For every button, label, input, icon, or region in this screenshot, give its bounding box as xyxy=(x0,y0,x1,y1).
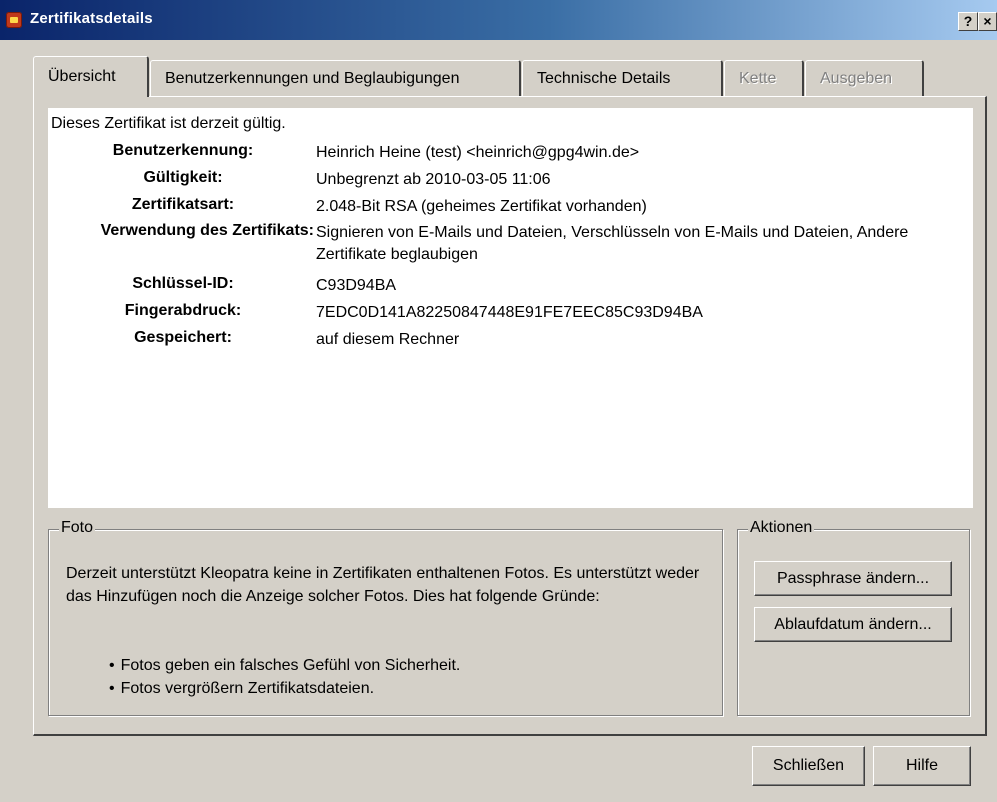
field-value: Unbegrenzt ab 2010-03-05 11:06 xyxy=(316,171,551,188)
certificate-details-dialog: Zertifikatsdetails ? × Übersicht Benutze… xyxy=(0,0,997,802)
validity-status: Dieses Zertifikat ist derzeit gültig. xyxy=(51,115,286,132)
field-value: C93D94BA xyxy=(316,277,397,294)
photo-groupbox: Foto Derzeit unterstützt Kleopatra keine… xyxy=(48,519,723,716)
window-title: Zertifikatsdetails xyxy=(30,10,153,27)
actions-groupbox: Aktionen Passphrase ändern... Ablaufdatu… xyxy=(737,519,970,716)
actions-group-title: Aktionen xyxy=(748,519,815,537)
field-label: Verwendung des Zertifikats: xyxy=(100,222,314,239)
help-icon[interactable]: ? xyxy=(958,12,978,31)
field-label: Schlüssel-ID: xyxy=(132,275,234,292)
title-bar[interactable]: Zertifikatsdetails ? × xyxy=(0,0,997,40)
change-expiry-button[interactable]: Ablaufdatum ändern... xyxy=(754,607,952,642)
field-value: Signieren von E-Mails und Dateien, Versc… xyxy=(316,224,909,263)
field-value: auf diesem Rechner xyxy=(316,331,460,348)
tab-export: Ausgeben xyxy=(805,60,924,96)
photo-info-text: Derzeit unterstützt Kleopatra keine in Z… xyxy=(66,565,700,605)
tab-overview[interactable]: Übersicht xyxy=(33,56,149,97)
field-label: Benutzerkennung: xyxy=(112,142,254,159)
kleopatra-app-icon xyxy=(6,12,22,28)
tab-user-ids-certifications[interactable]: Benutzerkennungen und Beglaubigungen xyxy=(150,60,521,96)
field-label: Gültigkeit: xyxy=(143,169,223,186)
field-label: Gespeichert: xyxy=(134,329,232,346)
field-label: Zertifikatsart: xyxy=(131,196,235,213)
close-icon[interactable]: × xyxy=(978,12,997,31)
tab-chain: Kette xyxy=(724,60,804,96)
change-passphrase-button[interactable]: Passphrase ändern... xyxy=(754,561,952,596)
help-button[interactable]: Hilfe xyxy=(873,746,971,786)
close-button[interactable]: Schließen xyxy=(752,746,865,786)
field-value: 7EDC0D141A82250847448E91FE7EEC85C93D94BA xyxy=(316,304,703,321)
field-label: Fingerabdruck: xyxy=(124,302,242,319)
overview-panel: Dieses Zertifikat ist derzeit gültig. Be… xyxy=(48,108,973,508)
photo-group-title: Foto xyxy=(59,519,96,537)
list-item: Fotos vergrößern Zertifikatsdateien. xyxy=(109,677,460,700)
list-item: Fotos geben ein falsches Gefühl von Sich… xyxy=(109,654,461,677)
tab-technical-details[interactable]: Technische Details xyxy=(522,60,723,96)
field-value: 2.048-Bit RSA (geheimes Zertifikat vorha… xyxy=(316,198,647,215)
field-value: Heinrich Heine (test) <heinrich@gpg4win.… xyxy=(316,144,640,161)
photo-reasons-list: Fotos geben ein falsches Gefühl von Sich… xyxy=(109,654,461,700)
